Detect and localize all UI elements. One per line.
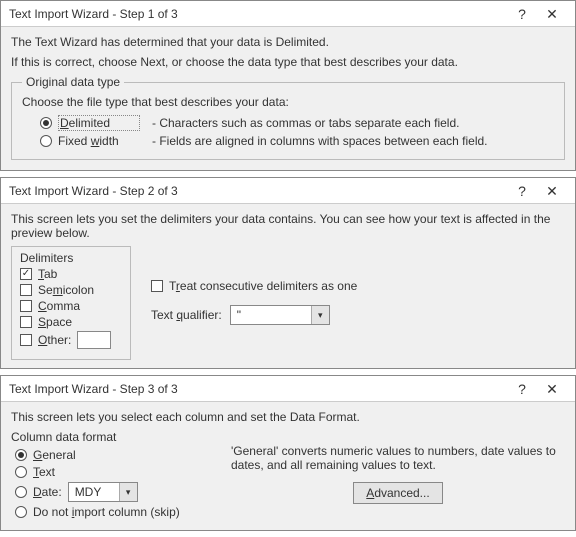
delimiters-legend: Delimiters bbox=[20, 251, 122, 265]
original-data-type-group: Original data type Choose the file type … bbox=[11, 75, 565, 160]
radio-date-label: Date: bbox=[33, 485, 62, 499]
check-space-label: Space bbox=[38, 315, 72, 329]
text-qualifier-label: Text qualifier: bbox=[151, 308, 222, 322]
step3-intro: This screen lets you select each column … bbox=[11, 410, 565, 424]
check-semicolon-box[interactable] bbox=[20, 284, 32, 296]
column-data-format-legend: Column data format bbox=[11, 430, 211, 444]
text-qualifier-select[interactable]: " ▾ bbox=[230, 305, 330, 325]
check-treat-label: Treat consecutive delimiters as one bbox=[169, 279, 357, 293]
radio-fixed-label: Fixed width bbox=[58, 134, 140, 148]
check-semicolon-label: Semicolon bbox=[38, 283, 94, 297]
date-format-select[interactable]: MDY ▾ bbox=[68, 482, 138, 502]
radio-text-input[interactable] bbox=[15, 466, 27, 478]
dialog-step1: Text Import Wizard - Step 1 of 3 ? ✕ The… bbox=[0, 0, 576, 171]
general-description: 'General' converts numeric values to num… bbox=[231, 444, 565, 472]
radio-fixed-width[interactable]: Fixed width - Fields are aligned in colu… bbox=[40, 134, 554, 148]
help-icon[interactable]: ? bbox=[507, 380, 537, 398]
close-icon[interactable]: ✕ bbox=[537, 182, 567, 200]
radio-skip[interactable]: Do not import column (skip) bbox=[15, 505, 211, 519]
title-step3: Text Import Wizard - Step 3 of 3 bbox=[9, 382, 507, 396]
title-step1: Text Import Wizard - Step 1 of 3 bbox=[9, 7, 507, 21]
check-tab[interactable]: Tab bbox=[20, 267, 122, 281]
text-qualifier-value: " bbox=[231, 308, 311, 322]
close-icon[interactable]: ✕ bbox=[537, 380, 567, 398]
radio-delimited[interactable]: Delimited - Characters such as commas or… bbox=[40, 115, 554, 131]
help-icon[interactable]: ? bbox=[507, 5, 537, 23]
advanced-button[interactable]: Advanced... bbox=[353, 482, 442, 504]
radio-fixed-desc: - Fields are aligned in columns with spa… bbox=[152, 134, 488, 148]
dialog-step2: Text Import Wizard - Step 2 of 3 ? ✕ Thi… bbox=[0, 177, 576, 369]
radio-date[interactable]: Date: MDY ▾ bbox=[15, 482, 211, 502]
check-comma-label: Comma bbox=[38, 299, 80, 313]
titlebar-step3: Text Import Wizard - Step 3 of 3 ? ✕ bbox=[1, 376, 575, 402]
check-other-label: Other: bbox=[38, 333, 71, 347]
check-treat-box[interactable] bbox=[151, 280, 163, 292]
radio-delimited-desc: - Characters such as commas or tabs sepa… bbox=[152, 116, 459, 130]
delimiters-group: Delimiters Tab Semicolon Comma Space bbox=[11, 246, 131, 360]
date-format-value: MDY bbox=[69, 485, 119, 499]
choose-label: Choose the file type that best describes… bbox=[22, 95, 554, 109]
radio-general[interactable]: General bbox=[15, 448, 211, 462]
radio-date-input[interactable] bbox=[15, 486, 27, 498]
titlebar-step2: Text Import Wizard - Step 2 of 3 ? ✕ bbox=[1, 178, 575, 204]
title-step2: Text Import Wizard - Step 2 of 3 bbox=[9, 184, 507, 198]
check-space[interactable]: Space bbox=[20, 315, 122, 329]
close-icon[interactable]: ✕ bbox=[537, 5, 567, 23]
intro-text-2: If this is correct, choose Next, or choo… bbox=[11, 55, 565, 69]
help-icon[interactable]: ? bbox=[507, 182, 537, 200]
check-comma[interactable]: Comma bbox=[20, 299, 122, 313]
check-treat-consecutive[interactable]: Treat consecutive delimiters as one bbox=[151, 279, 565, 293]
titlebar-step1: Text Import Wizard - Step 1 of 3 ? ✕ bbox=[1, 1, 575, 27]
check-comma-box[interactable] bbox=[20, 300, 32, 312]
check-space-box[interactable] bbox=[20, 316, 32, 328]
check-tab-label: Tab bbox=[38, 267, 57, 281]
radio-text-label: Text bbox=[33, 465, 55, 479]
radio-delimited-input[interactable] bbox=[40, 117, 52, 129]
radio-general-label: General bbox=[33, 448, 76, 462]
intro-text-1: The Text Wizard has determined that your… bbox=[11, 35, 565, 49]
chevron-down-icon[interactable]: ▾ bbox=[311, 306, 329, 324]
radio-text[interactable]: Text bbox=[15, 465, 211, 479]
other-delimiter-input[interactable] bbox=[77, 331, 111, 349]
radio-fixed-input[interactable] bbox=[40, 135, 52, 147]
step2-intro: This screen lets you set the delimiters … bbox=[11, 212, 565, 240]
radio-general-input[interactable] bbox=[15, 449, 27, 461]
radio-skip-label: Do not import column (skip) bbox=[33, 505, 180, 519]
original-data-type-legend: Original data type bbox=[22, 75, 124, 89]
dialog-step3: Text Import Wizard - Step 3 of 3 ? ✕ Thi… bbox=[0, 375, 576, 531]
chevron-down-icon[interactable]: ▾ bbox=[119, 483, 137, 501]
radio-skip-input[interactable] bbox=[15, 506, 27, 518]
check-tab-box[interactable] bbox=[20, 268, 32, 280]
check-other-box[interactable] bbox=[20, 334, 32, 346]
radio-delimited-label: Delimited bbox=[58, 115, 140, 131]
check-semicolon[interactable]: Semicolon bbox=[20, 283, 122, 297]
check-other[interactable]: Other: bbox=[20, 331, 122, 349]
